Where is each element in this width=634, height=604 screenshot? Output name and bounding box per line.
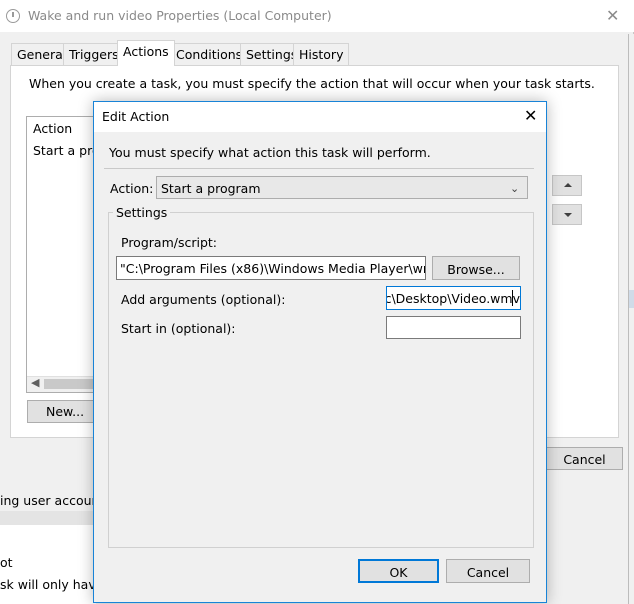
action-column-header[interactable]: Action [33, 121, 72, 136]
add-arguments-label: Add arguments (optional): [121, 292, 286, 307]
new-action-button[interactable]: New... [27, 400, 97, 423]
text-caret [512, 290, 513, 306]
settings-legend: Settings [113, 205, 171, 220]
cancel-button[interactable]: Cancel [446, 559, 530, 583]
partial-option-text: ot [0, 555, 13, 570]
properties-close-icon[interactable]: ✕ [606, 6, 619, 25]
start-in-label: Start in (optional): [121, 321, 236, 336]
action-select[interactable]: Start a program [156, 176, 528, 199]
tab-history[interactable]: History [293, 43, 350, 65]
add-arguments-input[interactable]: nec\Desktop\Video.wmv [386, 286, 521, 310]
start-in-input[interactable] [386, 316, 521, 339]
action-label: Action: [110, 181, 154, 196]
dialog-instruction: You must specify what action this task w… [109, 145, 431, 160]
actions-intro-text: When you create a task, you must specify… [29, 76, 595, 91]
program-script-input[interactable]: "C:\Program Files (x86)\Windows Media Pl… [116, 256, 426, 280]
scroll-left-icon[interactable]: ◀ [31, 376, 39, 389]
arrow-up-icon[interactable] [552, 175, 582, 196]
chevron-down-icon[interactable]: ⌄ [510, 182, 519, 195]
add-arguments-value: nec\Desktop\Video.wmv [386, 291, 520, 306]
account-field [0, 511, 96, 525]
list-item[interactable]: Start a program [33, 143, 95, 158]
arrow-down-icon[interactable] [552, 204, 582, 225]
properties-cancel-button[interactable]: Cancel [546, 447, 623, 470]
properties-window-title: Wake and run video Properties (Local Com… [28, 8, 332, 23]
ok-button[interactable]: OK [358, 559, 439, 583]
task-scheduler-clock-icon [6, 9, 20, 23]
tab-triggers[interactable]: Triggers [63, 43, 125, 65]
general-options-area [0, 525, 96, 604]
browse-button[interactable]: Browse... [432, 256, 520, 280]
background-window-edge-highlight [629, 290, 634, 308]
close-icon[interactable]: ✕ [524, 106, 537, 125]
background-window-edge [628, 34, 634, 604]
tab-actions[interactable]: Actions [117, 40, 175, 66]
divider [104, 168, 534, 169]
dialog-title: Edit Action [102, 109, 170, 124]
scrollbar-thumb[interactable] [44, 379, 96, 389]
tab-conditions[interactable]: Conditions [170, 43, 249, 65]
program-script-label: Program/script: [121, 235, 217, 250]
